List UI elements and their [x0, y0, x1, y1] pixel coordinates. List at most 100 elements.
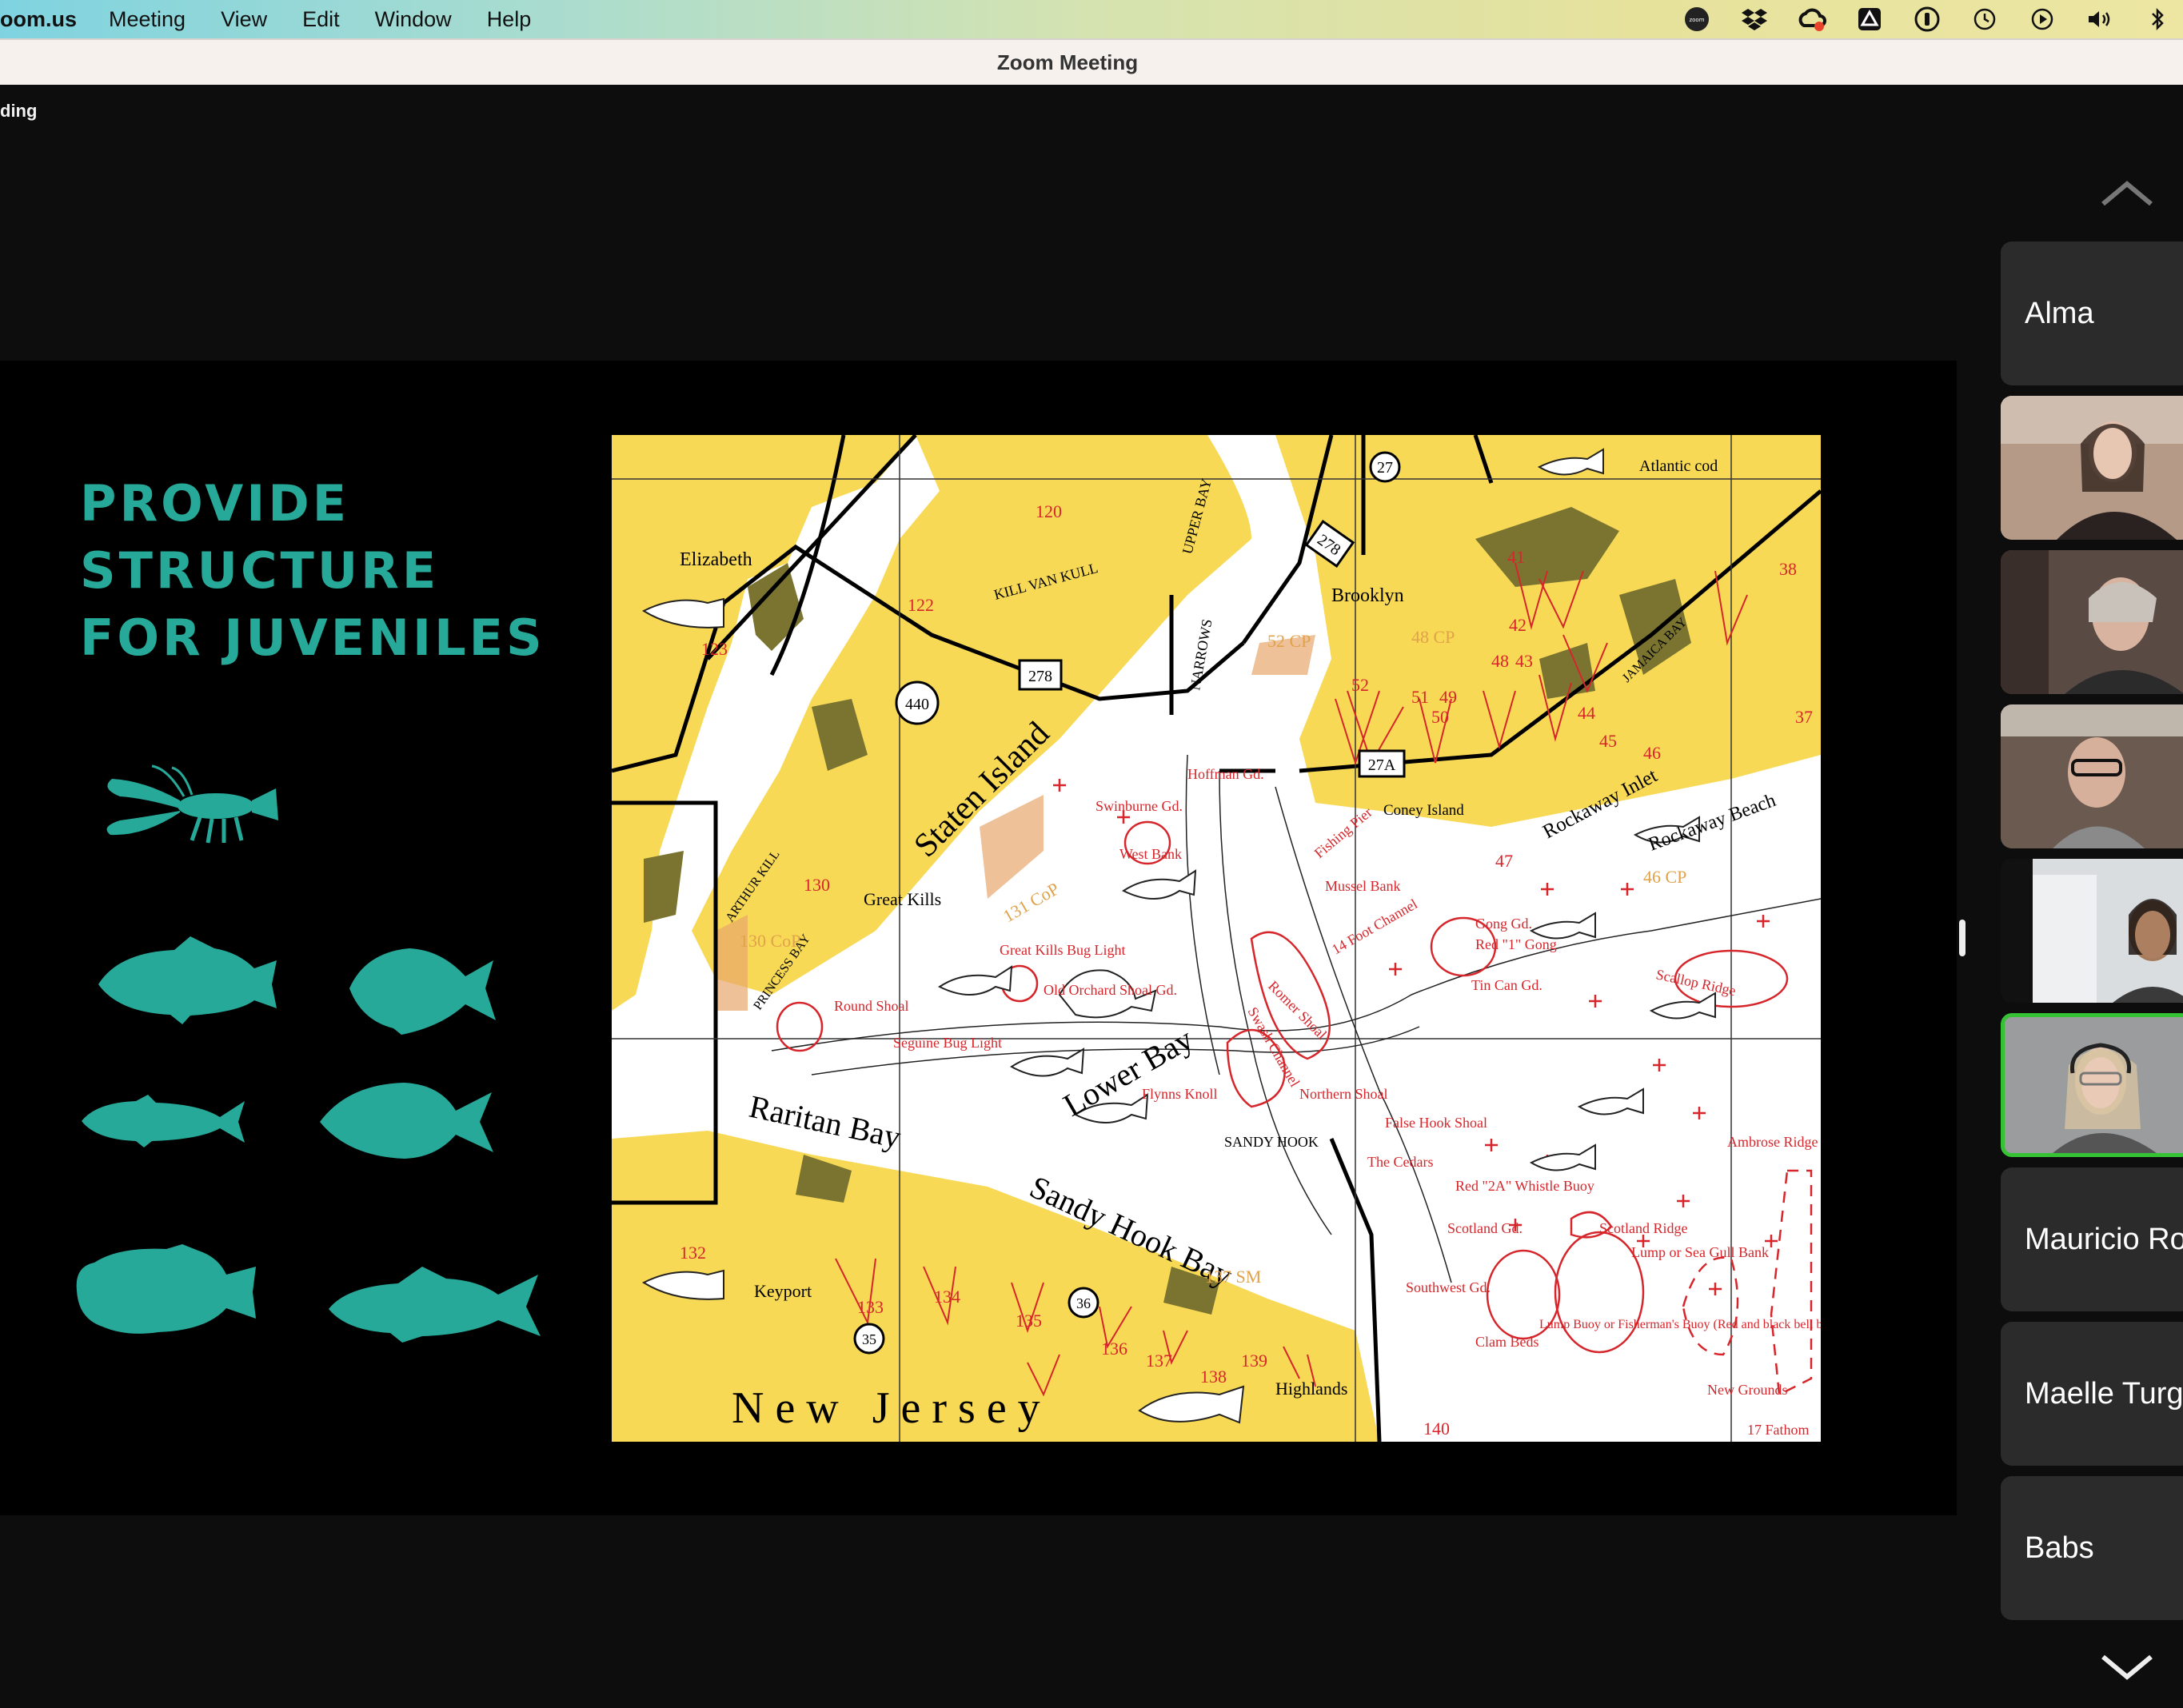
spot-number: 132 [680, 1243, 706, 1263]
spot-number: 130 [804, 875, 830, 895]
participant-name: Mauricio Ro [2025, 1222, 2183, 1256]
menu-bar: oom.us Meeting View Edit Window Help zoo… [0, 0, 2183, 38]
participant-video-feed [2001, 396, 2183, 540]
google-drive-icon[interactable] [1855, 5, 1884, 34]
spot-number: 137 SM [1205, 1267, 1261, 1287]
map-spot: Tin Can Gd. [1471, 977, 1542, 993]
spot-number: 37 [1795, 707, 1813, 727]
spot-number: 122 [908, 595, 934, 615]
spot-number: 130 CoP [740, 931, 800, 951]
map-spot: The Cedars [1367, 1154, 1433, 1170]
status-icons: zoom [1682, 0, 2172, 38]
volume-icon[interactable] [2085, 5, 2114, 34]
participant-video[interactable] [2001, 859, 2183, 1003]
menu-edit[interactable]: Edit [302, 7, 340, 32]
map-spot: West Bank [1119, 846, 1182, 862]
app-menu[interactable]: oom.us [0, 7, 77, 32]
map-spot: Gong Gd. [1475, 916, 1532, 932]
participant-tile[interactable]: Mauricio Ro [2001, 1167, 2183, 1311]
map-spot: Clam Beds [1475, 1334, 1539, 1350]
onepassword-icon[interactable] [1913, 5, 1942, 34]
spot-number: 48 CP [1411, 627, 1455, 647]
menu-help[interactable]: Help [487, 7, 532, 32]
map-spot: Scotland Ridge [1599, 1220, 1688, 1236]
spot-number: 120 [1036, 501, 1062, 521]
time-machine-icon[interactable] [1970, 5, 1999, 34]
map-spot: Red "2A" Whistle Buoy [1455, 1178, 1594, 1194]
map-spot: Lump Buoy or Fisherman's Buoy (Red and b… [1539, 1318, 1821, 1331]
spot-number: 38 [1779, 559, 1797, 579]
gallery-down-chevron-icon[interactable] [2099, 1650, 2155, 1682]
creative-cloud-icon[interactable] [1798, 5, 1826, 34]
spot-number: 50 [1431, 707, 1449, 727]
spot-number: 48 [1491, 651, 1509, 671]
slide-title-line: PROVIDE [80, 474, 350, 533]
participant-video-feed [2005, 1017, 2183, 1153]
gallery-up-chevron-icon[interactable] [2099, 178, 2155, 210]
participant-video[interactable] [2001, 396, 2183, 540]
recording-indicator: ding [0, 101, 38, 121]
spot-number: 137 [1146, 1351, 1172, 1371]
map-spot: Scotland Gd. [1447, 1220, 1523, 1236]
spot-number: 136 [1101, 1339, 1127, 1359]
menu-window[interactable]: Window [375, 7, 452, 32]
lobster-icon [106, 764, 278, 844]
participant-video-feed [2001, 704, 2183, 848]
map-spot: Northern Shoal [1299, 1086, 1387, 1102]
mackerel-icon [82, 1095, 245, 1147]
participant-video[interactable] [2001, 550, 2183, 694]
map-spot: Seguine Bug Light [893, 1035, 1002, 1051]
spot-number: 138 [1200, 1367, 1227, 1387]
bluetooth-icon[interactable] [2143, 5, 2172, 34]
slide-title: PROVIDE STRUCTURE FOR JUVENILES [80, 470, 545, 672]
gallery-resize-handle[interactable] [1959, 920, 1965, 956]
spot-number: 47 [1495, 851, 1513, 871]
participant-video-active-speaker[interactable] [2001, 1013, 2183, 1157]
participant-tile[interactable]: Alma [2001, 241, 2183, 385]
tautog-icon [76, 1244, 256, 1334]
spot-number: 49 [1439, 687, 1457, 707]
map-place: Coney Island [1383, 802, 1464, 819]
map-place: Keyport [754, 1281, 812, 1301]
route-marker: 36 [1076, 1295, 1091, 1311]
spot-number: 41 [1507, 547, 1525, 567]
butterfish-icon [320, 1083, 493, 1159]
map-spot: New Grounds [1707, 1382, 1788, 1398]
participant-name: Maelle Turg [2025, 1376, 2183, 1411]
map-spot: Southwest Gd. [1406, 1279, 1491, 1295]
participant-video[interactable] [2001, 704, 2183, 848]
route-marker: 27A [1368, 756, 1396, 774]
map-spot: Round Shoal [834, 998, 909, 1014]
map-place: Atlantic cod [1639, 457, 1718, 475]
map-spot: Hoffman Gd. [1187, 766, 1264, 782]
dropbox-icon[interactable] [1740, 5, 1769, 34]
fishing-spots-map: 27 278 440 278 27A 36 35 Elizabeth Brook… [612, 435, 1821, 1442]
route-marker: 278 [1028, 668, 1052, 685]
shared-screen-slide: PROVIDE STRUCTURE FOR JUVENILES 27 278 4… [0, 361, 1957, 1515]
participant-video-feed [2001, 859, 2183, 1003]
map-spot: 17 Fathom [1747, 1422, 1810, 1438]
menu-view[interactable]: View [221, 7, 267, 32]
spot-number: 133 [857, 1297, 884, 1317]
spot-number: 42 [1509, 615, 1527, 635]
map-spot: Red "1" Gong [1475, 936, 1557, 952]
spot-number: 46 [1643, 743, 1661, 763]
spot-number: 134 [934, 1287, 960, 1307]
map-place: New Jersey [732, 1383, 1052, 1433]
spot-number: 51 [1411, 687, 1429, 707]
participant-tile[interactable]: Babs [2001, 1476, 2183, 1620]
spot-number: 139 [1241, 1351, 1267, 1371]
zoom-icon[interactable]: zoom [1682, 5, 1711, 34]
map-spot: Lump or Sea Gull Bank [1631, 1244, 1769, 1260]
spot-number: 140 [1423, 1419, 1450, 1439]
play-icon[interactable] [2028, 5, 2057, 34]
spot-number: 123 [701, 639, 728, 659]
menu-meeting[interactable]: Meeting [109, 7, 186, 32]
spot-number: 44 [1578, 703, 1595, 723]
participant-tile[interactable]: Maelle Turg [2001, 1322, 2183, 1466]
participant-name: Alma [2025, 296, 2094, 330]
map-spot: False Hook Shoal [1385, 1115, 1487, 1131]
spot-number: 52 CP [1267, 631, 1311, 651]
map-place: Great Kills [864, 889, 941, 909]
map-place: Brooklyn [1331, 585, 1404, 606]
